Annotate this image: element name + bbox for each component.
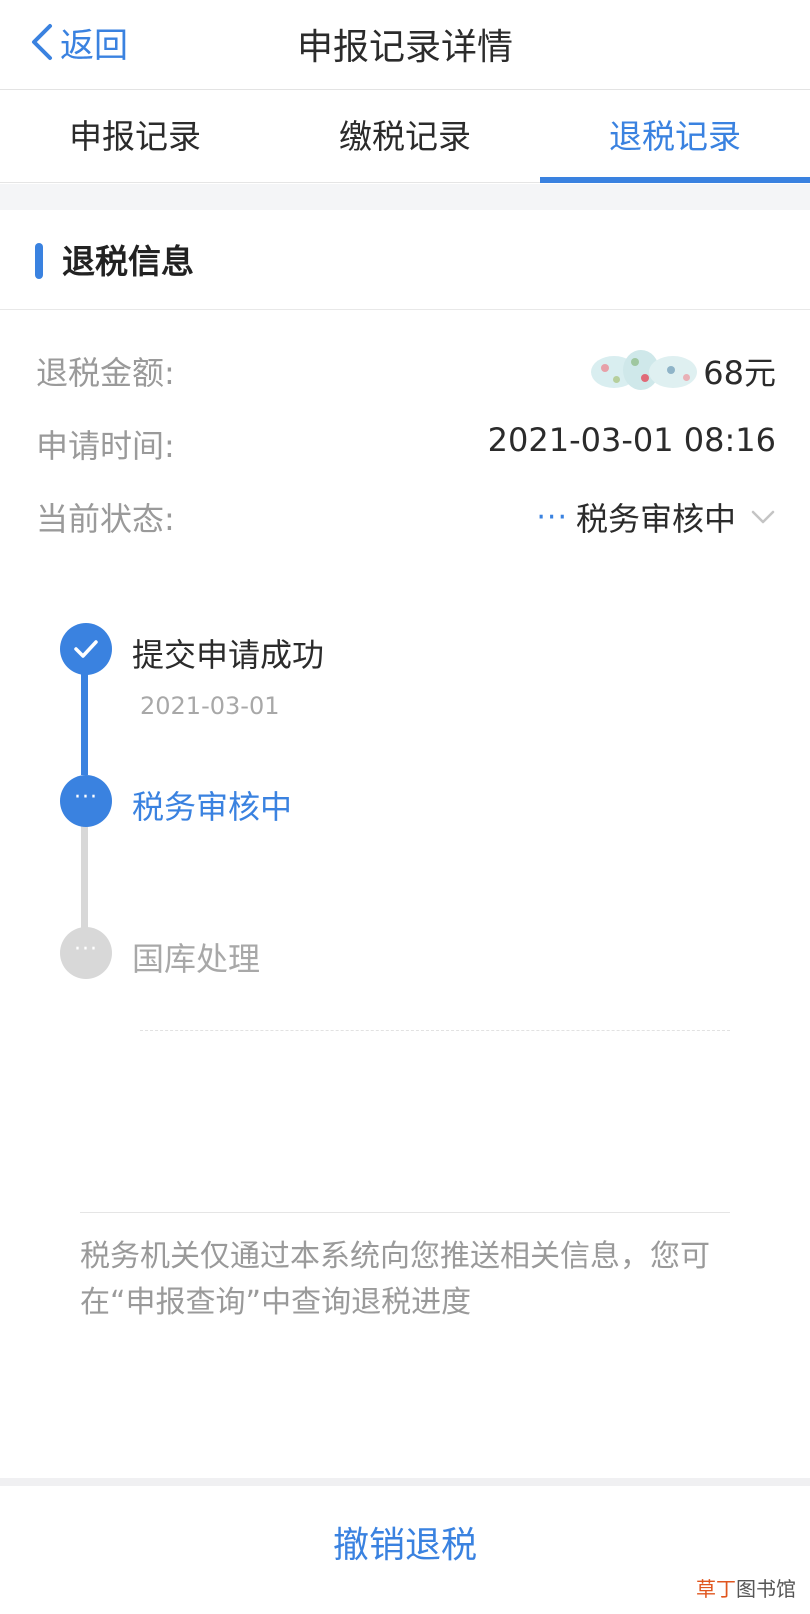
notice-divider [80,1212,730,1213]
refund-amount-value: 68元 [583,348,776,394]
refund-amount-row: 退税金额: 68元 [36,342,776,392]
section-accent-bar [35,243,43,279]
revoke-refund-button[interactable]: 撤销退税 [0,1486,810,1614]
section-header: 退税信息 [0,210,810,310]
section-divider [0,184,810,210]
step-current-marker: ··· [60,775,112,827]
footer-divider [0,1478,810,1486]
check-icon [74,640,98,658]
more-dots-icon: ··· [74,937,98,962]
tab-bar: 申报记录 缴税记录 退税记录 [0,91,810,183]
watermark-accent: 草丁 [696,1577,736,1601]
apply-time-label: 申请时间: [36,427,175,465]
step-done-marker [60,623,112,675]
page: 返回 申报记录详情 申报记录 缴税记录 退税记录 退税信息 退税金额: 68元 … [0,0,810,1614]
tab-declaration-records[interactable]: 申报记录 [0,91,270,182]
tab-payment-records[interactable]: 缴税记录 [270,91,540,182]
notice-text: 税务机关仅通过本系统向您推送相关信息，您可在“申报查询”中查询退税进度 [80,1239,710,1320]
more-dots-icon: ··· [74,785,98,810]
apply-time-row: 申请时间: 2021-03-01 08:16 [36,415,776,465]
refund-amount-text: 68元 [703,354,776,392]
page-title: 申报记录详情 [296,27,513,68]
status-dots-icon: ··· [536,499,568,535]
step-review-title: 税务审核中 [132,788,293,826]
step-submitted-date: 2021-03-01 [140,692,280,720]
refund-amount-label: 退税金额: [36,354,175,392]
current-status-row: 当前状态: ··· 税务审核中 [36,488,776,538]
chevron-down-icon [751,510,775,524]
tab-refund-records[interactable]: 退税记录 [540,91,810,183]
watermark: 草丁图书馆 [696,1573,796,1602]
status-toggle[interactable]: ··· 税务审核中 [536,494,776,540]
timeline-end-divider [140,1030,730,1031]
step-pending-marker: ··· [60,927,112,979]
watermark-rest: 图书馆 [736,1577,796,1601]
current-status-value: 税务审核中 [575,500,736,538]
step-submitted-title: 提交申请成功 [132,636,325,674]
step-treasury-title: 国库处理 [132,940,261,978]
nav-bar: 返回 申报记录详情 [0,0,810,90]
redacted-amount-mask [583,348,701,394]
current-status-label: 当前状态: [36,500,175,538]
section-title: 退税信息 [62,242,194,281]
apply-time-value: 2021-03-01 08:16 [487,421,776,459]
